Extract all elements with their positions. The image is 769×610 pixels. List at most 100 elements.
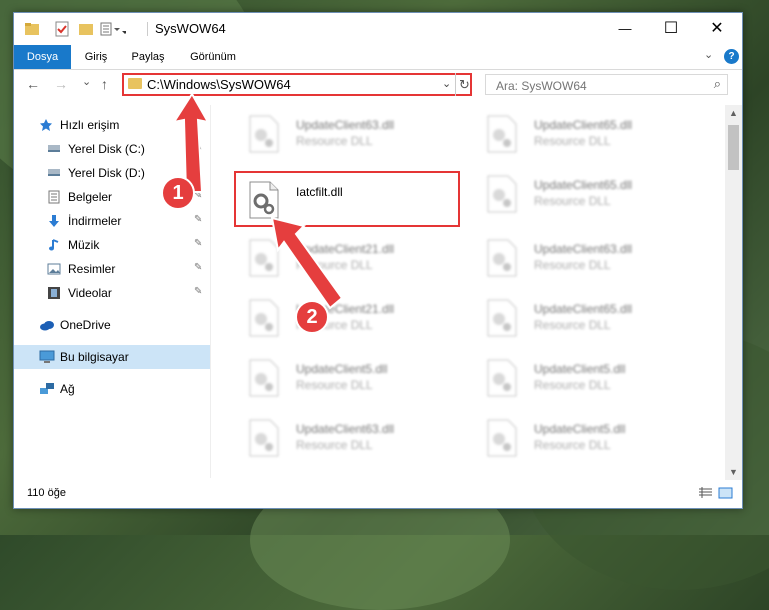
file-type: Resource DLL — [534, 378, 611, 392]
pin-icon: ✎ — [194, 286, 203, 297]
sidebar-item-videos[interactable]: Videolar ✎ — [14, 281, 210, 305]
sidebar-item-music[interactable]: Müzik ✎ — [14, 233, 210, 257]
dll-file-icon — [249, 115, 279, 153]
close-button[interactable]: ✕ — [694, 13, 740, 45]
search-input[interactable] — [494, 78, 698, 94]
tab-file[interactable]: Dosya — [14, 45, 71, 69]
explorer-window: SysWOW64 — ☐ ✕ Dosya Giriş Paylaş Görünü… — [13, 12, 743, 509]
file-name: UpdateClient5.dll — [296, 362, 388, 376]
customize-toolbar-icon[interactable] — [100, 21, 128, 37]
search-box[interactable]: ⌕ — [485, 74, 728, 95]
sidebar-item-label: Videolar — [68, 286, 112, 300]
file-type: Resource DLL — [296, 378, 373, 392]
list-item[interactable]: UpdateClient63.dll Resource DLL — [236, 413, 466, 465]
sidebar-item-label: Belgeler — [68, 190, 113, 204]
scroll-up-icon[interactable]: ▲ — [725, 105, 742, 121]
minimize-button[interactable]: — — [602, 13, 648, 45]
item-count: 110 öğe — [27, 487, 66, 499]
list-item[interactable]: UpdateClient65.dll Resource DLL — [474, 109, 704, 161]
tab-home[interactable]: Giriş — [76, 45, 116, 69]
dll-file-icon — [487, 419, 517, 457]
forward-arrow-icon[interactable]: → — [54, 76, 68, 92]
navigation-bar: ← → ⌄ ↑ C:\Windows\SysWOW64 ⌄ ↻ ⌕ — [14, 70, 742, 100]
cloud-icon — [39, 318, 54, 331]
scroll-thumb[interactable] — [728, 125, 739, 170]
dll-file-icon — [487, 359, 517, 397]
scroll-down-icon[interactable]: ▼ — [725, 464, 742, 480]
drive-icon — [47, 166, 61, 179]
file-name: UpdateClient65.dll — [534, 302, 633, 316]
star-icon — [39, 118, 53, 131]
address-dropdown-icon[interactable]: ⌄ — [442, 77, 451, 90]
ribbon-tabs: Dosya Giriş Paylaş Görünüm ⌄ ? — [14, 45, 742, 70]
search-icon[interactable]: ⌕ — [714, 76, 721, 92]
network-icon — [39, 382, 54, 395]
file-name: UpdateClient65.dll — [534, 118, 633, 132]
sidebar-item-label: Hızlı erişim — [60, 118, 120, 132]
computer-icon — [39, 350, 55, 363]
list-item[interactable]: UpdateClient5.dll Resource DLL — [474, 353, 704, 405]
details-view-icon[interactable] — [698, 486, 713, 499]
large-icons-view-icon[interactable] — [718, 486, 733, 499]
list-item[interactable]: UpdateClient63.dll Resource DLL — [236, 109, 466, 161]
tab-view[interactable]: Görünüm — [182, 45, 244, 69]
recent-locations-icon[interactable]: ⌄ — [82, 75, 91, 88]
file-name: UpdateClient63.dll — [296, 118, 395, 132]
sidebar-item-pictures[interactable]: Resimler ✎ — [14, 257, 210, 281]
pin-icon: ✎ — [194, 262, 203, 273]
music-icon — [47, 238, 61, 251]
dll-file-icon — [487, 299, 517, 337]
dll-file-icon — [487, 239, 517, 277]
up-arrow-icon[interactable]: ↑ — [101, 76, 108, 92]
file-type: Resource DLL — [534, 318, 611, 332]
refresh-icon[interactable]: ↻ — [455, 73, 473, 96]
sidebar-item-onedrive[interactable]: OneDrive — [14, 313, 210, 337]
file-name: UpdateClient63.dll — [534, 242, 633, 256]
list-item[interactable]: UpdateClient65.dll Resource DLL — [474, 293, 704, 345]
sidebar-item-network[interactable]: Ağ — [14, 377, 210, 401]
tab-share[interactable]: Paylaş — [124, 45, 172, 69]
annotation-badge-1: 1 — [161, 176, 195, 210]
file-type: Resource DLL — [534, 258, 611, 272]
sidebar-item-label: OneDrive — [60, 318, 111, 332]
status-bar: 110 öğe — [14, 481, 742, 507]
sidebar-item-label: Müzik — [68, 238, 100, 252]
file-type: Resource DLL — [534, 438, 611, 452]
address-path[interactable]: C:\Windows\SysWOW64 — [147, 77, 291, 92]
title-bar: SysWOW64 — ☐ ✕ — [14, 13, 742, 45]
sidebar-item-label: Resimler — [68, 262, 116, 276]
sidebar-item-downloads[interactable]: İndirmeler ✎ — [14, 209, 210, 233]
sidebar-item-label: Bu bilgisayar — [60, 350, 129, 364]
sidebar-item-this-pc[interactable]: Bu bilgisayar — [14, 345, 210, 369]
pin-icon: ✎ — [194, 238, 203, 249]
maximize-button[interactable]: ☐ — [648, 13, 694, 45]
vertical-scrollbar[interactable]: ▲ ▼ — [725, 105, 742, 480]
help-icon[interactable]: ? — [724, 49, 739, 64]
file-type: Resource DLL — [534, 134, 611, 148]
list-item[interactable]: UpdateClient5.dll Resource DLL — [474, 413, 704, 465]
sidebar-item-label: Yerel Disk (D:) — [68, 166, 145, 180]
ribbon-expand-icon[interactable]: ⌄ — [704, 48, 713, 61]
list-item[interactable]: UpdateClient5.dll Resource DLL — [236, 353, 466, 405]
dll-file-icon — [487, 175, 517, 213]
back-arrow-icon[interactable]: ← — [26, 76, 40, 92]
file-type: Resource DLL — [534, 194, 611, 208]
folder-icon — [24, 21, 40, 37]
sidebar-item-label: Ağ — [60, 382, 75, 396]
file-name: UpdateClient5.dll — [534, 422, 626, 436]
sidebar-item-label: Yerel Disk (C:) — [68, 142, 145, 156]
pin-icon: ✎ — [194, 214, 203, 225]
list-item[interactable]: UpdateClient65.dll Resource DLL — [474, 169, 704, 221]
new-folder-icon[interactable] — [78, 21, 94, 37]
file-name: UpdateClient63.dll — [296, 422, 395, 436]
file-type: Resource DLL — [296, 438, 373, 452]
annotation-badge-2: 2 — [295, 300, 329, 334]
properties-icon[interactable] — [54, 21, 70, 37]
window-title: SysWOW64 — [155, 21, 226, 36]
download-icon — [47, 214, 61, 227]
videos-icon — [47, 286, 61, 299]
file-name: UpdateClient5.dll — [534, 362, 626, 376]
documents-icon — [47, 190, 61, 204]
drive-icon — [47, 142, 61, 155]
list-item[interactable]: UpdateClient63.dll Resource DLL — [474, 233, 704, 285]
